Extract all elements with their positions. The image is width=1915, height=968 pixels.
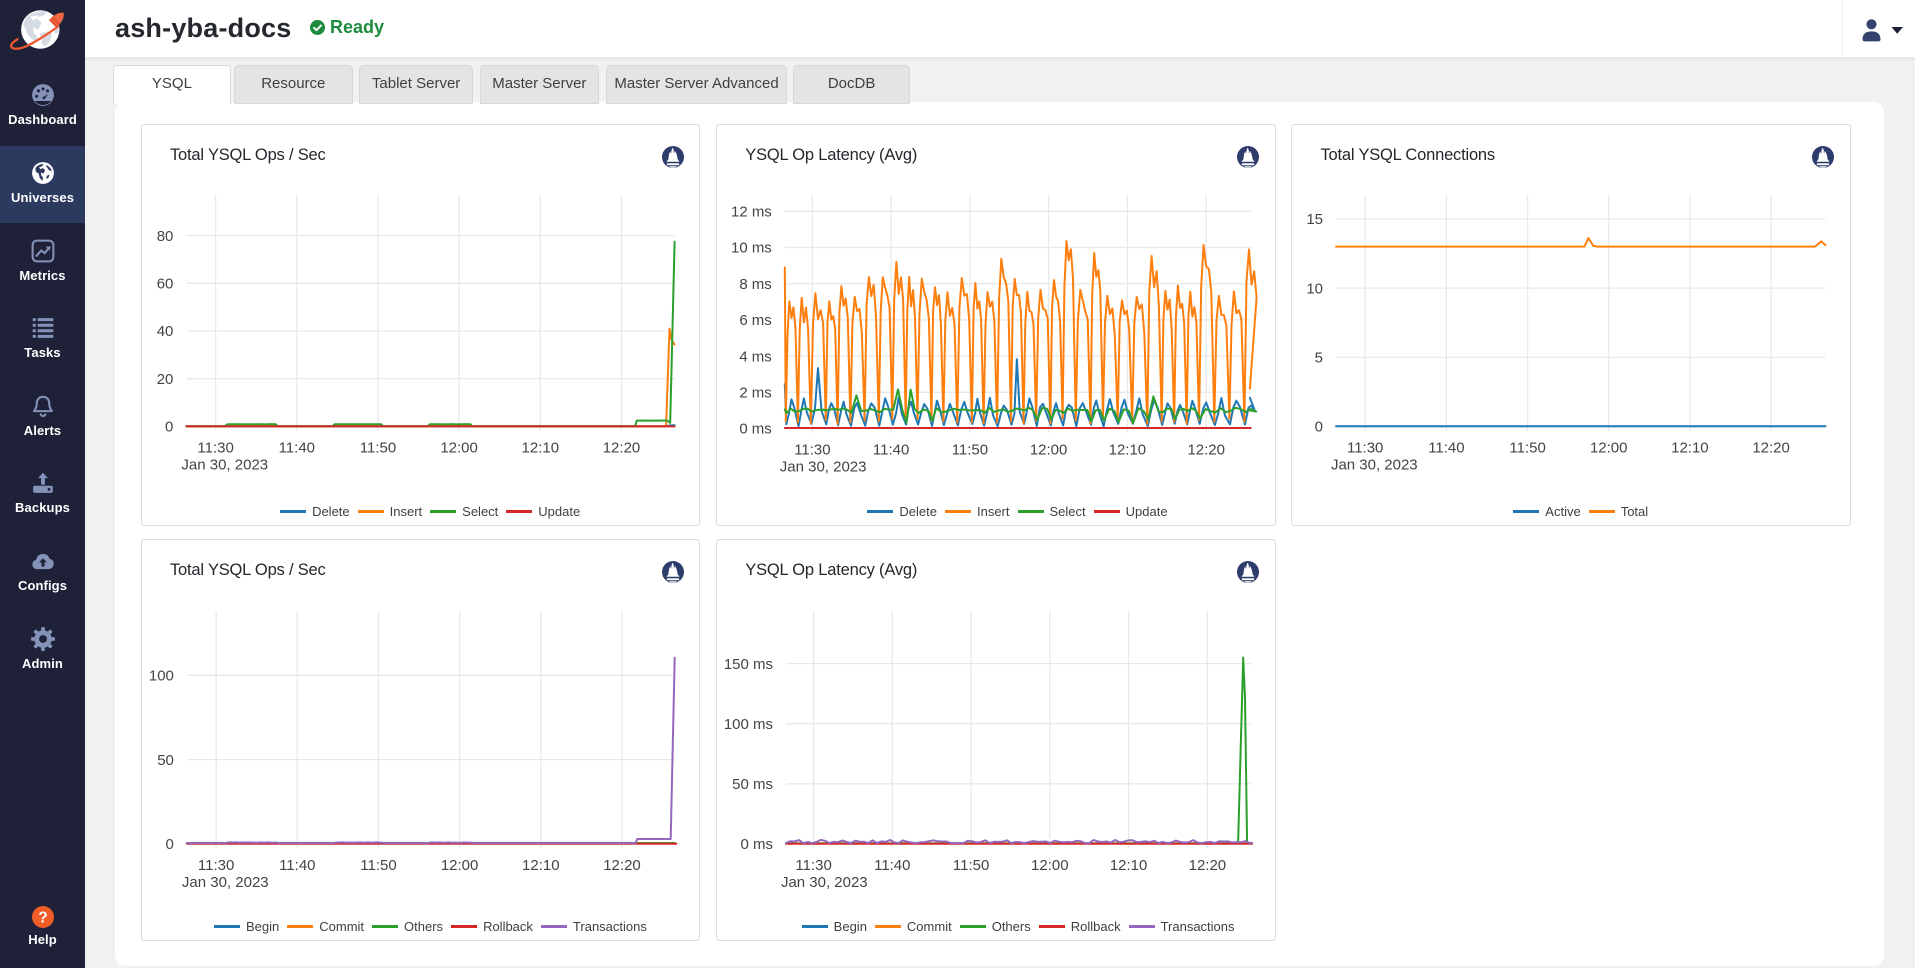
svg-text:11:50: 11:50: [360, 856, 396, 873]
svg-text:11:50: 11:50: [951, 441, 987, 458]
svg-text:12:20: 12:20: [1188, 856, 1226, 873]
svg-text:11:30: 11:30: [1347, 439, 1383, 456]
svg-text:0: 0: [165, 418, 173, 435]
svg-text:11:40: 11:40: [874, 856, 910, 873]
svg-text:12:10: 12:10: [1671, 439, 1709, 456]
svg-text:12:00: 12:00: [1590, 439, 1628, 456]
svg-text:40: 40: [156, 323, 173, 340]
svg-text:12:00: 12:00: [1031, 856, 1069, 873]
svg-text:20: 20: [156, 370, 173, 387]
svg-text:11:40: 11:40: [1428, 439, 1464, 456]
svg-text:100 ms: 100 ms: [724, 715, 773, 732]
svg-text:15: 15: [1306, 211, 1323, 228]
svg-text:12:10: 12:10: [1110, 856, 1148, 873]
svg-text:11:50: 11:50: [359, 439, 395, 456]
svg-text:5: 5: [1315, 349, 1323, 366]
svg-text:?: ?: [38, 910, 47, 927]
svg-text:100: 100: [148, 667, 173, 684]
svg-text:Jan 30, 2023: Jan 30, 2023: [181, 456, 268, 473]
svg-text:12:00: 12:00: [440, 856, 478, 873]
svg-text:0 ms: 0 ms: [740, 836, 772, 853]
svg-text:10: 10: [1306, 280, 1323, 297]
svg-text:0: 0: [1315, 418, 1323, 435]
svg-text:8 ms: 8 ms: [739, 275, 771, 292]
svg-text:80: 80: [156, 227, 173, 244]
svg-text:0 ms: 0 ms: [739, 420, 771, 437]
svg-text:12:20: 12:20: [602, 439, 640, 456]
svg-text:6 ms: 6 ms: [739, 312, 771, 329]
svg-text:11:50: 11:50: [1509, 439, 1545, 456]
svg-text:11:30: 11:30: [794, 441, 830, 458]
svg-text:12:10: 12:10: [521, 439, 559, 456]
svg-text:12:10: 12:10: [1108, 441, 1146, 458]
svg-text:0: 0: [165, 836, 173, 853]
svg-text:2 ms: 2 ms: [739, 384, 771, 401]
svg-text:4 ms: 4 ms: [739, 348, 771, 365]
svg-text:Jan 30, 2023: Jan 30, 2023: [780, 458, 867, 475]
svg-text:12:20: 12:20: [1752, 439, 1790, 456]
svg-text:50: 50: [157, 751, 174, 768]
svg-text:12 ms: 12 ms: [731, 203, 772, 220]
svg-text:Jan 30, 2023: Jan 30, 2023: [1331, 456, 1418, 473]
svg-text:12:20: 12:20: [603, 856, 641, 873]
svg-text:12:10: 12:10: [522, 856, 560, 873]
svg-text:11:30: 11:30: [197, 439, 233, 456]
svg-text:12:20: 12:20: [1187, 441, 1225, 458]
svg-text:Jan 30, 2023: Jan 30, 2023: [181, 873, 268, 890]
svg-text:12:00: 12:00: [1030, 441, 1068, 458]
svg-text:11:50: 11:50: [953, 856, 989, 873]
svg-text:10 ms: 10 ms: [731, 239, 772, 256]
svg-text:150 ms: 150 ms: [724, 655, 773, 672]
svg-text:12:00: 12:00: [440, 439, 478, 456]
svg-text:11:40: 11:40: [278, 439, 314, 456]
svg-text:11:30: 11:30: [795, 856, 831, 873]
svg-text:60: 60: [156, 275, 173, 292]
svg-text:11:30: 11:30: [197, 856, 233, 873]
svg-text:50 ms: 50 ms: [732, 775, 773, 792]
svg-text:11:40: 11:40: [873, 441, 909, 458]
svg-text:Jan 30, 2023: Jan 30, 2023: [781, 873, 868, 890]
svg-text:11:40: 11:40: [279, 856, 315, 873]
